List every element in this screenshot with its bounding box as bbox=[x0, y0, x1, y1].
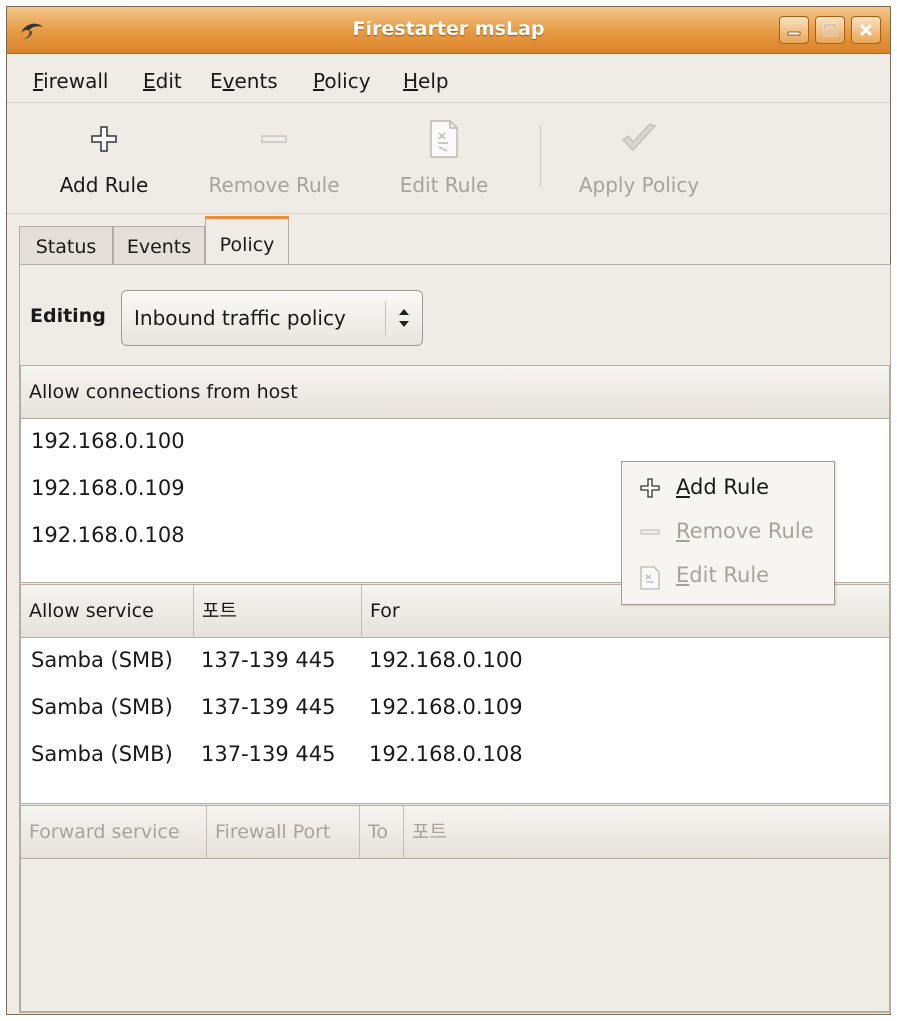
service-name: Samba (SMB) bbox=[31, 742, 173, 766]
host-row[interactable]: 192.168.0.100 bbox=[21, 419, 889, 466]
to-column-header[interactable]: To bbox=[359, 806, 403, 858]
menu-firewall[interactable]: Firewall bbox=[33, 69, 108, 93]
firestarter-window: Firestarter msLap Firewall Edit Events P… bbox=[6, 6, 891, 1015]
context-add-rule-label: Add Rule bbox=[676, 475, 770, 499]
updown-arrow-icon bbox=[399, 309, 409, 327]
context-add-rule[interactable]: Add Rule bbox=[622, 466, 834, 510]
service-column-header[interactable]: Allow service bbox=[21, 585, 193, 637]
toolbar-separator bbox=[540, 125, 541, 187]
menu-policy[interactable]: Policy bbox=[313, 69, 371, 93]
close-button[interactable] bbox=[851, 16, 881, 44]
remove-rule-button[interactable]: Remove Rule bbox=[194, 117, 354, 197]
minimize-button[interactable] bbox=[779, 16, 809, 44]
apply-policy-button[interactable]: Apply Policy bbox=[569, 117, 709, 197]
allowed-services-list[interactable]: Allow service 포트 For Samba (SMB) 137-139… bbox=[20, 584, 890, 804]
add-icon bbox=[640, 478, 660, 498]
edit-rule-label: Edit Rule bbox=[399, 173, 489, 197]
tab-events[interactable]: Events bbox=[113, 226, 205, 264]
remove-icon bbox=[261, 135, 287, 143]
add-rule-button[interactable]: Add Rule bbox=[45, 117, 163, 197]
close-icon bbox=[859, 23, 873, 37]
edit-document-icon bbox=[640, 566, 660, 590]
menu-help[interactable]: Help bbox=[403, 69, 449, 93]
port-column-header[interactable]: 포트 bbox=[193, 585, 361, 637]
host-ip: 192.168.0.108 bbox=[31, 523, 185, 547]
title-bar[interactable]: Firestarter msLap bbox=[7, 7, 890, 54]
context-menu: Add Rule Remove Rule Edit Rule bbox=[621, 461, 835, 605]
edit-rule-button[interactable]: Edit Rule bbox=[389, 117, 499, 197]
service-port: 137-139 445 bbox=[201, 742, 336, 766]
tab-status[interactable]: Status bbox=[19, 226, 113, 264]
policy-selector[interactable]: Inbound traffic policy bbox=[121, 290, 423, 346]
remove-icon bbox=[640, 529, 660, 535]
apply-policy-label: Apply Policy bbox=[578, 173, 700, 197]
context-remove-rule[interactable]: Remove Rule bbox=[622, 510, 834, 554]
context-edit-rule[interactable]: Edit Rule bbox=[622, 554, 834, 598]
context-edit-rule-label: Edit Rule bbox=[676, 563, 770, 587]
policy-selector-value: Inbound traffic policy bbox=[134, 306, 346, 330]
service-name: Samba (SMB) bbox=[31, 695, 173, 719]
menu-events[interactable]: Events bbox=[210, 69, 278, 93]
forward-port-column-header[interactable]: 포트 bbox=[403, 806, 889, 858]
service-for: 192.168.0.108 bbox=[369, 742, 523, 766]
service-for: 192.168.0.100 bbox=[369, 648, 523, 672]
add-rule-label: Add Rule bbox=[59, 173, 149, 197]
context-remove-rule-label: Remove Rule bbox=[676, 519, 814, 543]
host-column-header[interactable]: Allow connections from host bbox=[21, 366, 889, 418]
remove-rule-label: Remove Rule bbox=[208, 173, 340, 197]
service-row[interactable]: Samba (SMB) 137-139 445 192.168.0.100 bbox=[21, 638, 889, 685]
firewall-port-column-header[interactable]: Firewall Port bbox=[206, 806, 359, 858]
host-ip: 192.168.0.100 bbox=[31, 429, 185, 453]
editing-label: Editing bbox=[30, 305, 106, 327]
service-port: 137-139 445 bbox=[201, 648, 336, 672]
service-for: 192.168.0.109 bbox=[369, 695, 523, 719]
add-icon bbox=[91, 126, 117, 152]
hosts-list-header: Allow connections from host bbox=[21, 366, 889, 419]
forward-services-list[interactable]: Forward service Firewall Port To 포트 bbox=[20, 805, 890, 1012]
edit-document-icon bbox=[430, 120, 458, 158]
checkmark-icon bbox=[621, 123, 657, 152]
maximize-icon bbox=[823, 23, 837, 37]
service-row[interactable]: Samba (SMB) 137-139 445 192.168.0.109 bbox=[21, 685, 889, 732]
menu-bar: Firewall Edit Events Policy Help bbox=[7, 54, 890, 103]
maximize-button[interactable] bbox=[815, 16, 845, 44]
forward-list-header: Forward service Firewall Port To 포트 bbox=[21, 806, 889, 859]
forward-service-column-header[interactable]: Forward service bbox=[21, 806, 206, 858]
tab-policy[interactable]: Policy bbox=[205, 216, 289, 265]
combo-separator bbox=[385, 301, 386, 335]
service-row[interactable]: Samba (SMB) 137-139 445 192.168.0.108 bbox=[21, 732, 889, 779]
toolbar: Add Rule Remove Rule Edit Rule Apply Pol… bbox=[7, 103, 890, 214]
policy-panel: Editing Inbound traffic policy Allow con… bbox=[19, 264, 891, 1013]
menu-edit[interactable]: Edit bbox=[143, 69, 182, 93]
minimize-icon bbox=[787, 31, 801, 36]
host-ip: 192.168.0.109 bbox=[31, 476, 185, 500]
window-title: Firestarter msLap bbox=[352, 18, 545, 40]
service-name: Samba (SMB) bbox=[31, 648, 173, 672]
service-port: 137-139 445 bbox=[201, 695, 336, 719]
